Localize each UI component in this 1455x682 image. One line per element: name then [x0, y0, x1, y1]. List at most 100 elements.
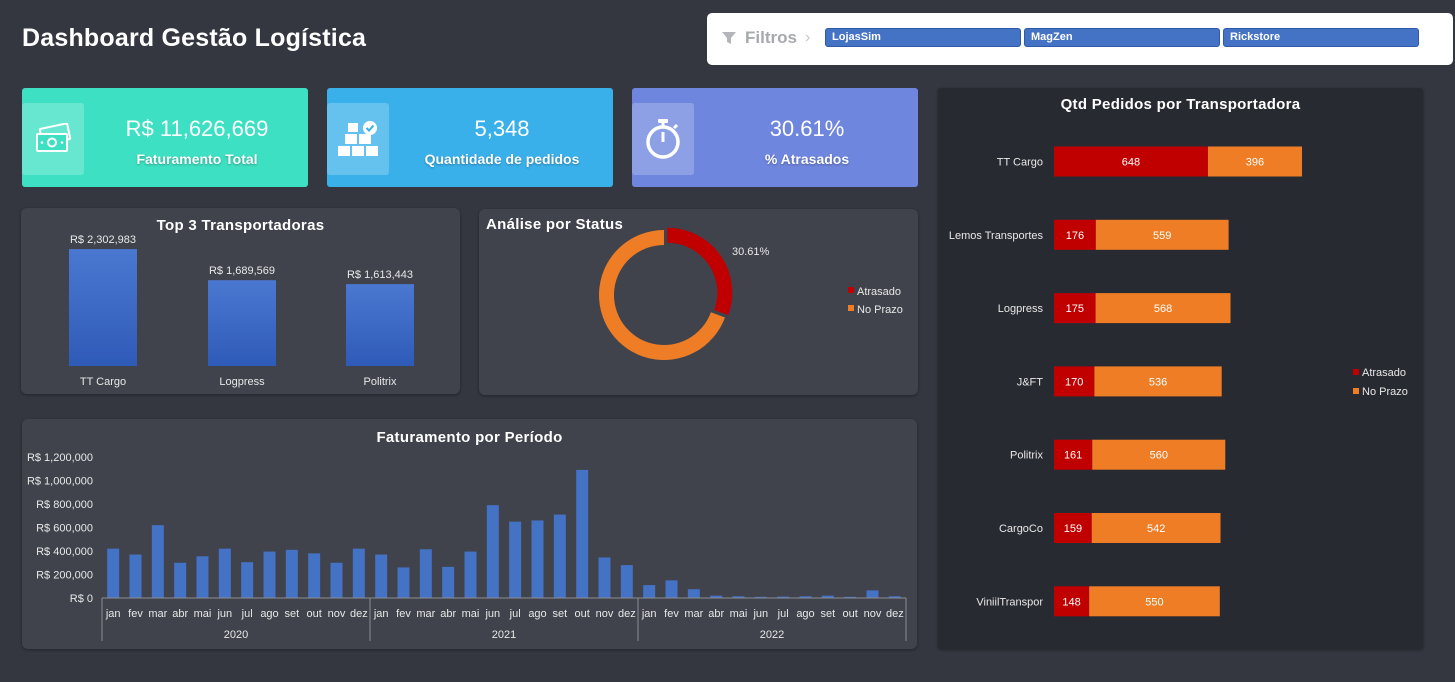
y-tick-label: R$ 1,200,000 [27, 452, 93, 464]
slicer-item[interactable]: MagZen [1024, 28, 1220, 47]
legend-label: No Prazo [857, 304, 903, 316]
group-label: 2022 [760, 629, 784, 641]
x-tick-label: set [820, 608, 835, 620]
bar [509, 521, 522, 598]
data-label: 176 [1066, 230, 1084, 242]
x-tick-label: out [575, 608, 590, 620]
x-tick-label: fev [396, 608, 411, 620]
kpi-value: 30.61% [769, 116, 845, 141]
bar [620, 565, 633, 598]
x-tick-label: out [307, 608, 322, 620]
bar [687, 589, 700, 598]
x-tick-label: nov [864, 608, 882, 620]
data-label: 396 [1246, 157, 1264, 169]
legend-label: Atrasado [857, 286, 901, 298]
slicer-item[interactable]: Rickstore [1223, 28, 1419, 47]
y-tick-label: R$ 600,000 [36, 523, 93, 535]
boxes-icon-box [327, 103, 389, 175]
x-tick-label: ago [796, 608, 814, 620]
y-tick-label: R$ 400,000 [36, 546, 93, 558]
period-chart: R$ 0 R$ 200,000 R$ 400,000 R$ 600,000 R$ 800… [27, 452, 907, 641]
data-label: R$ 1,689,569 [209, 265, 275, 277]
data-label: 161 [1064, 450, 1082, 462]
kpi-card-pedidos: 5,348 Quantidade de pedidos [327, 88, 613, 187]
bar [866, 590, 879, 598]
bar [218, 548, 231, 598]
bar [375, 554, 388, 598]
data-label: 159 [1064, 523, 1082, 535]
data-label: 550 [1145, 596, 1163, 608]
stopwatch-icon-box [632, 103, 694, 175]
category-label: TT Cargo [997, 157, 1043, 169]
bar [263, 551, 276, 598]
x-tick-label: fev [664, 608, 679, 620]
category-label: ViniilTranspor [976, 596, 1043, 608]
x-tick-label: ago [528, 608, 546, 620]
group-label: 2021 [492, 629, 516, 641]
bar [241, 562, 254, 598]
x-tick-label: jun [216, 608, 232, 620]
money-icon-box [22, 103, 84, 175]
x-tick-label: set [552, 608, 567, 620]
data-label: 568 [1154, 303, 1172, 315]
kpi-card-faturamento: R$ 11,626,669 Faturamento Total [22, 88, 308, 187]
category-label: J&FT [1017, 376, 1044, 388]
filter-label: Filtros [745, 28, 797, 47]
data-label: 542 [1147, 523, 1165, 535]
bar [643, 585, 656, 598]
y-tick-label: R$ 0 [70, 593, 93, 605]
bar [151, 525, 164, 598]
kpi-label: Faturamento Total [136, 151, 258, 167]
bar [665, 580, 678, 598]
donut-slice [667, 227, 733, 316]
y-tick-label: R$ 800,000 [36, 499, 93, 511]
x-tick-label: jan [641, 608, 657, 620]
x-tick-label: mai [730, 608, 748, 620]
bar [208, 280, 276, 366]
bar [129, 554, 142, 598]
bar [285, 549, 298, 598]
bar [397, 567, 410, 598]
top3-chart: R$ 2,302,983 TT Cargo R$ 1,689,569 Logpress… [69, 234, 414, 388]
x-tick-label: mar [416, 608, 435, 620]
bar [486, 505, 499, 598]
category-label: Logpress [998, 303, 1044, 315]
x-tick-label: jan [373, 608, 389, 620]
x-tick-label: abr [708, 608, 724, 620]
bar [330, 562, 343, 598]
bar [464, 551, 477, 598]
x-tick-label: set [284, 608, 299, 620]
x-tick-label: ago [260, 608, 278, 620]
x-tick-label: jul [509, 608, 521, 620]
kpi-label: Quantidade de pedidos [424, 151, 580, 167]
category-label: Logpress [219, 376, 265, 388]
filter-header: Filtros › [721, 28, 810, 48]
bar [346, 284, 414, 366]
y-tick-label: R$ 200,000 [36, 570, 93, 582]
bar [442, 566, 455, 598]
legend-swatch [848, 287, 854, 293]
money-icon [36, 123, 72, 152]
bar [531, 520, 544, 598]
bar [196, 556, 209, 598]
category-label: Politrix [1010, 450, 1044, 462]
x-tick-label: jun [752, 608, 768, 620]
legend-swatch [848, 305, 854, 311]
stopwatch-icon [646, 119, 680, 159]
bar [174, 562, 187, 598]
filter-panel: Filtros › LojasSim MagZen Rickstore [707, 13, 1453, 65]
slicer-item[interactable]: LojasSim [825, 28, 1021, 47]
bar [553, 514, 566, 598]
data-label: 648 [1122, 157, 1140, 169]
bar [576, 469, 589, 598]
x-tick-label: jan [105, 608, 121, 620]
data-label: 536 [1149, 376, 1167, 388]
period-panel: Faturamento por Período R$ 0 R$ 200,000 R$… [22, 419, 917, 649]
legend-label: No Prazo [1362, 386, 1408, 398]
data-label: R$ 1,613,443 [347, 269, 413, 281]
data-label: 559 [1153, 230, 1171, 242]
bar [308, 553, 321, 598]
kpi-value: 5,348 [474, 116, 530, 141]
bar [107, 548, 120, 598]
x-tick-label: mai [462, 608, 480, 620]
